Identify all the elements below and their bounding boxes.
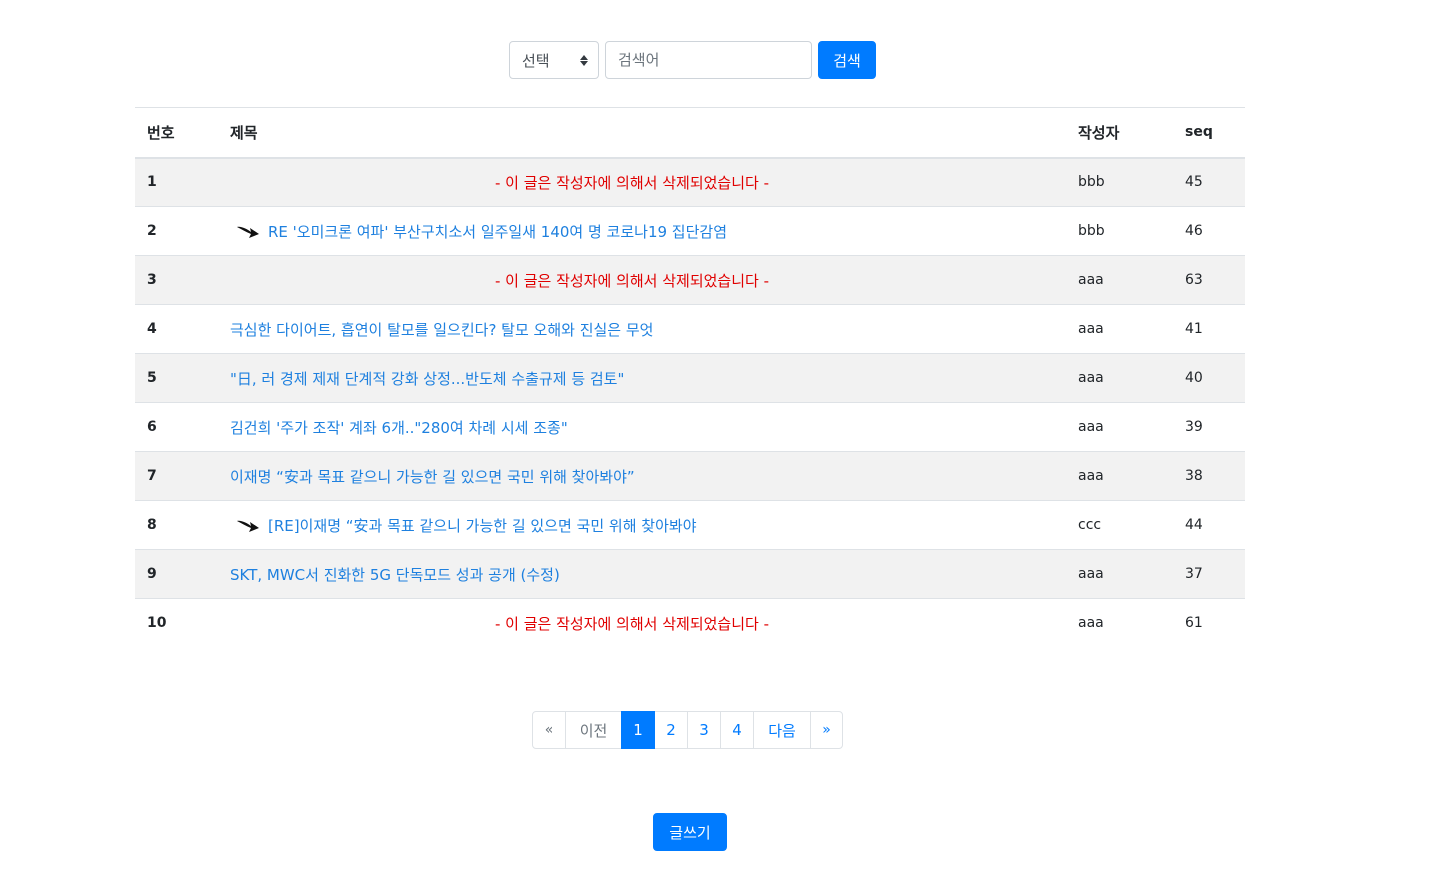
row-num: 1 — [147, 174, 157, 191]
table-row: 5 "日, 러 경제 제재 단계적 강화 상정...반도체 수출규제 등 검토"… — [135, 353, 1245, 403]
page-number-3[interactable]: 3 — [687, 711, 721, 749]
deleted-post-notice: - 이 글은 작성자에 의해서 삭제되었습니다 - — [494, 614, 770, 633]
row-writer: aaa — [1066, 304, 1173, 354]
post-title-link[interactable]: SKT, MWC서 진화한 5G 단독모드 성과 공개 (수정) — [230, 566, 560, 584]
table-row: 9 SKT, MWC서 진화한 5G 단독모드 성과 공개 (수정) aaa 3… — [135, 549, 1245, 599]
pagination: « 이전 1 2 3 4 다음 » — [532, 711, 843, 749]
search-type-value: 선택 — [522, 51, 550, 70]
header-writer: 작성자 — [1066, 107, 1173, 159]
row-num: 8 — [135, 500, 218, 550]
row-writer: bbb — [1066, 206, 1173, 256]
page-number-2[interactable]: 2 — [654, 711, 688, 749]
table-row: 6 김건희 '주가 조작' 계좌 6개.."280여 차례 시세 조종" aaa… — [135, 402, 1245, 452]
reply-arrow-icon — [235, 222, 263, 240]
row-seq: 44 — [1173, 500, 1245, 550]
row-num: 5 — [135, 353, 218, 403]
row-writer: bbb — [1078, 174, 1105, 191]
table-row: 3 - 이 글은 작성자에 의해서 삭제되었습니다 - aaa 63 — [135, 255, 1245, 305]
row-seq: 39 — [1173, 402, 1245, 452]
row-writer: aaa — [1066, 549, 1173, 599]
header-num: 번호 — [135, 107, 218, 159]
post-title-link[interactable]: "日, 러 경제 제재 단계적 강화 상정...반도체 수출규제 등 검토" — [230, 370, 624, 388]
search-input[interactable] — [605, 41, 812, 79]
post-title-link[interactable]: [RE]이재명 “安과 목표 같으니 가능한 길 있으면 국민 위해 찾아봐야 — [268, 515, 697, 536]
header-title: 제목 — [218, 107, 1066, 159]
page-next-button[interactable]: 다음 — [753, 711, 811, 749]
row-writer: aaa — [1066, 353, 1173, 403]
page-number-1[interactable]: 1 — [621, 711, 655, 749]
row-num: 6 — [135, 402, 218, 452]
row-seq: 61 — [1173, 598, 1245, 648]
row-seq: 37 — [1173, 549, 1245, 599]
header-seq: seq — [1173, 107, 1245, 159]
post-title-link[interactable]: 김건희 '주가 조작' 계좌 6개.."280여 차례 시세 조종" — [230, 419, 568, 437]
deleted-post-notice: - 이 글은 작성자에 의해서 삭제되었습니다 - — [494, 173, 770, 192]
row-writer: aaa — [1066, 451, 1173, 501]
search-type-select[interactable]: 선택 — [509, 41, 599, 79]
row-seq: 63 — [1173, 255, 1245, 305]
page-number-4[interactable]: 4 — [720, 711, 754, 749]
page-prev-button[interactable]: 이전 — [565, 711, 622, 749]
row-seq: 40 — [1173, 353, 1245, 403]
row-num: 10 — [135, 598, 218, 648]
row-num: 9 — [135, 549, 218, 599]
table-row: 2 RE '오미크론 여파' 부산구치소서 일주일새 140여 명 코로나19 … — [135, 206, 1245, 256]
table-header-row: 번호 제목 작성자 seq — [135, 107, 1245, 159]
page-last-button[interactable]: » — [810, 711, 843, 749]
write-post-button[interactable]: 글쓰기 — [653, 813, 727, 851]
search-button[interactable]: 검색 — [818, 41, 876, 79]
search-bar: 선택 검색 — [509, 41, 876, 79]
row-writer: aaa — [1066, 402, 1173, 452]
row-seq: 45 — [1185, 174, 1203, 191]
row-writer: aaa — [1066, 598, 1173, 648]
post-title-link[interactable]: 이재명 “安과 목표 같으니 가능한 길 있으면 국민 위해 찾아봐야” — [230, 468, 635, 486]
row-seq: 46 — [1173, 206, 1245, 256]
page-first-button[interactable]: « — [532, 711, 566, 749]
board-table: 번호 제목 작성자 seq 1 - 이 글은 작성자에 의해서 삭제되었습니다 … — [135, 107, 1245, 648]
table-row: 10 - 이 글은 작성자에 의해서 삭제되었습니다 - aaa 61 — [135, 598, 1245, 648]
row-num: 4 — [135, 304, 218, 354]
row-num: 2 — [135, 206, 218, 256]
deleted-post-notice: - 이 글은 작성자에 의해서 삭제되었습니다 - — [494, 271, 770, 290]
row-seq: 38 — [1173, 451, 1245, 501]
table-row: 4 극심한 다이어트, 흡연이 탈모를 일으킨다? 탈모 오해와 진실은 무엇 … — [135, 304, 1245, 354]
table-row: 1 - 이 글은 작성자에 의해서 삭제되었습니다 - bbb 45 — [135, 157, 1245, 207]
table-row: 7 이재명 “安과 목표 같으니 가능한 길 있으면 국민 위해 찾아봐야” a… — [135, 451, 1245, 501]
post-title-link[interactable]: RE '오미크론 여파' 부산구치소서 일주일새 140여 명 코로나19 집단… — [268, 221, 727, 242]
reply-arrow-icon — [235, 516, 263, 534]
row-seq: 41 — [1173, 304, 1245, 354]
row-num: 7 — [135, 451, 218, 501]
row-writer: aaa — [1066, 255, 1173, 305]
row-writer: ccc — [1066, 500, 1173, 550]
table-row: 8 [RE]이재명 “安과 목표 같으니 가능한 길 있으면 국민 위해 찾아봐… — [135, 500, 1245, 550]
select-arrows-icon — [580, 54, 588, 66]
post-title-link[interactable]: 극심한 다이어트, 흡연이 탈모를 일으킨다? 탈모 오해와 진실은 무엇 — [230, 321, 653, 339]
row-num: 3 — [135, 255, 218, 305]
